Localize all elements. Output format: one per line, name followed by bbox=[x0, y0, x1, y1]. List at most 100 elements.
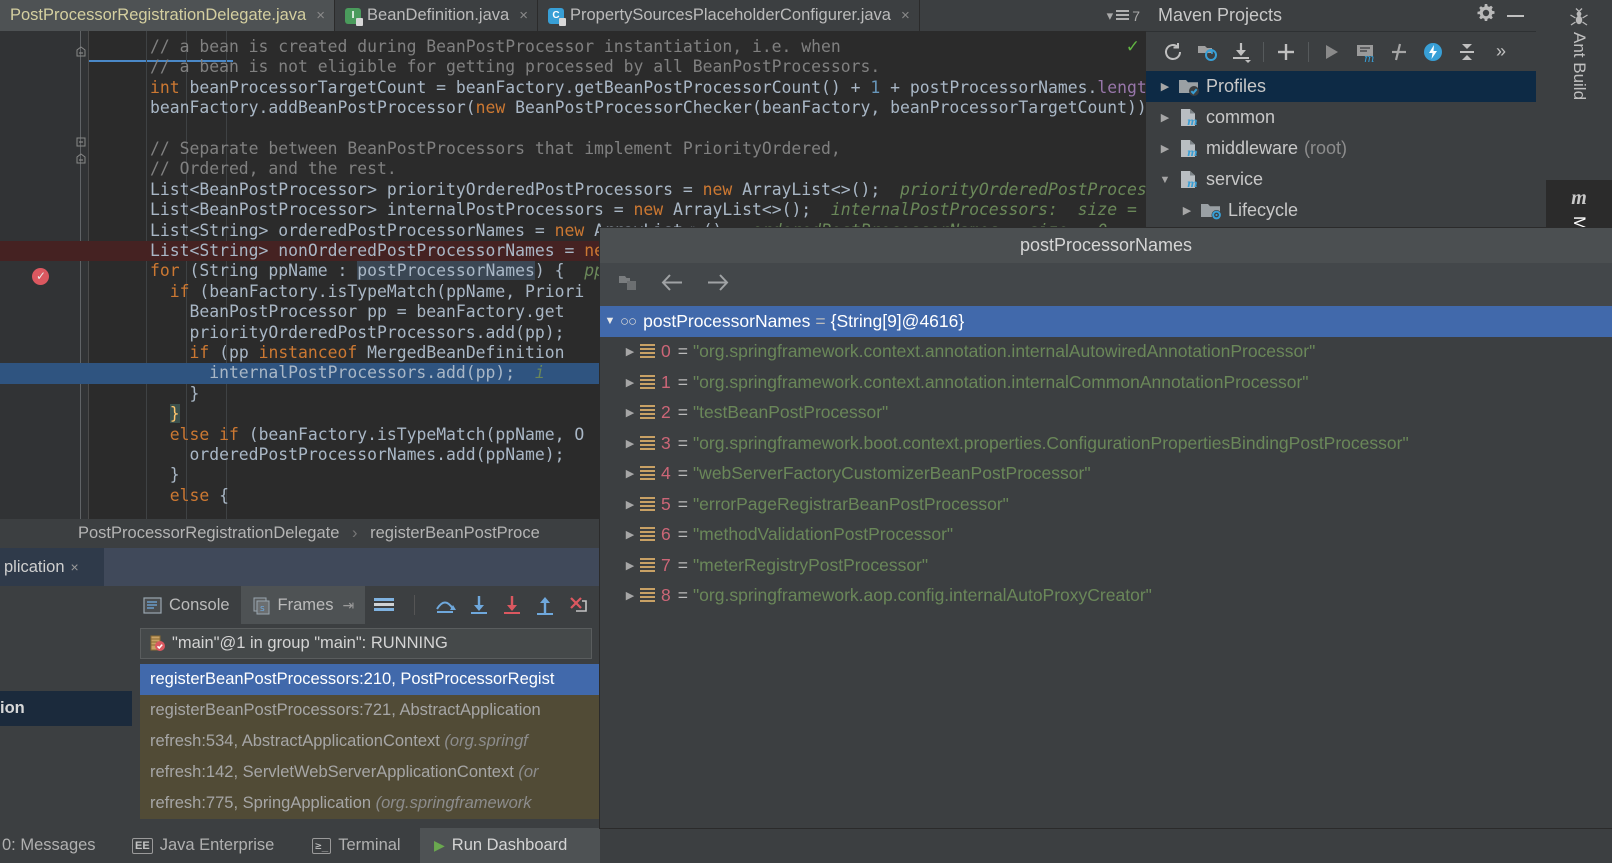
chevron-right-icon[interactable]: ▶ bbox=[620, 559, 640, 572]
breadcrumb-class[interactable]: PostProcessorRegistrationDelegate bbox=[78, 524, 339, 542]
frames-list[interactable]: "main"@1 in group "main": RUNNING regist… bbox=[132, 624, 600, 828]
variable-row[interactable]: ▶ 4 = "webServerFactoryCustomizerBeanPostPr… bbox=[600, 459, 1612, 490]
chevron-right-icon[interactable]: ▶ bbox=[620, 406, 640, 419]
frame-list-item[interactable]: registerBeanPostProcessors:721, Abstract… bbox=[140, 695, 600, 726]
editor-tab-beandefinition[interactable]: I BeanDefinition.java × bbox=[335, 0, 538, 31]
chevron-down-icon[interactable]: ▼ bbox=[600, 315, 620, 327]
variable-row[interactable]: ▶ 0 = "org.springframework.context.annotati… bbox=[600, 337, 1612, 368]
maven-tree-item-label: service bbox=[1206, 169, 1264, 189]
editor-tab-propertysourcesplaceholderconfigurer[interactable]: C PropertySourcesPlaceholderConfigurer.j… bbox=[538, 0, 920, 31]
tab-list-icon[interactable] bbox=[1116, 9, 1130, 22]
breadcrumb-method[interactable]: registerBeanPostProce bbox=[370, 524, 540, 542]
svg-text:m: m bbox=[1187, 148, 1198, 158]
close-icon[interactable]: × bbox=[316, 7, 325, 24]
frame-list-item[interactable]: registerBeanPostProcessors:210, PostProc… bbox=[140, 664, 600, 695]
toggle-skip-tests-icon[interactable] bbox=[1382, 35, 1416, 69]
download-sources-icon[interactable] bbox=[1224, 35, 1258, 69]
svg-text:s: s bbox=[260, 604, 265, 614]
maven-tree-item-middleware[interactable]: ▶ m middleware (root) bbox=[1146, 133, 1548, 164]
code-line-text: // Separate between BeanPostProcessors t… bbox=[150, 139, 841, 158]
maven-tree-item-lifecycle[interactable]: ▶ Lifecycle bbox=[1146, 195, 1570, 226]
variable-row[interactable]: ▶ 7 = "meterRegistryPostProcessor" bbox=[600, 550, 1612, 581]
minimize-icon[interactable] bbox=[1507, 14, 1524, 17]
variable-value: "testBeanPostProcessor" bbox=[692, 402, 889, 423]
close-icon[interactable]: × bbox=[519, 7, 528, 24]
chevron-right-icon[interactable]: ▶ bbox=[620, 437, 640, 450]
tool-button-ant-build[interactable]: Ant Build bbox=[1546, 0, 1612, 180]
chevron-right-icon[interactable]: ▶ bbox=[1158, 111, 1172, 124]
chevron-right-icon[interactable]: ▶ bbox=[620, 376, 640, 389]
more-icon[interactable]: » bbox=[1484, 35, 1518, 69]
debug-tool-window: ion Console s Frames ⇥ "main"@1 in group… bbox=[0, 586, 600, 828]
variables-tree[interactable]: ▼ ○○ postProcessorNames = {String[9]@4616} ▶ 0… bbox=[600, 306, 1612, 828]
maven-tree-item-common[interactable]: ▶ m common bbox=[1146, 102, 1548, 133]
step-out-icon[interactable] bbox=[535, 595, 555, 615]
debug-left-selected-item[interactable]: ion bbox=[0, 691, 132, 726]
variable-row[interactable]: ▶ 8 = "org.springframework.aop.config.inter… bbox=[600, 581, 1612, 612]
set-value-icon[interactable] bbox=[618, 272, 639, 298]
maven-tree-item-profiles[interactable]: ▶ Profiles bbox=[1146, 71, 1548, 102]
chevron-right-icon[interactable]: ▶ bbox=[620, 498, 640, 511]
step-into-icon[interactable] bbox=[469, 595, 489, 615]
right-strip-bottom bbox=[1536, 828, 1612, 863]
execute-goal-icon[interactable]: m bbox=[1348, 35, 1382, 69]
inspection-ok-icon[interactable]: ✓ bbox=[1126, 37, 1140, 57]
frame-list-item[interactable]: refresh:142, ServletWebServerApplication… bbox=[140, 757, 600, 788]
variable-row[interactable]: ▶ 6 = "methodValidationPostProcessor" bbox=[600, 520, 1612, 551]
chevron-right-icon[interactable]: ▶ bbox=[620, 345, 640, 358]
frame-list-item[interactable]: refresh:534, AbstractApplicationContext … bbox=[140, 726, 600, 757]
play-icon: ▶ bbox=[434, 837, 445, 853]
tab-console[interactable]: Console bbox=[132, 586, 241, 624]
generate-sources-icon[interactable] bbox=[1190, 35, 1224, 69]
array-element-icon bbox=[640, 344, 655, 360]
run-icon[interactable] bbox=[1314, 35, 1348, 69]
chevron-right-icon[interactable]: ▶ bbox=[1158, 142, 1172, 155]
thread-list-icon[interactable] bbox=[373, 596, 395, 614]
variable-row[interactable]: ▶ 5 = "errorPageRegistrarBeanPostProcessor" bbox=[600, 489, 1612, 520]
forward-arrow-icon[interactable] bbox=[705, 272, 731, 298]
chevron-right-icon[interactable]: ▶ bbox=[1180, 204, 1194, 217]
maven-tree-item-service[interactable]: ▼ m service bbox=[1146, 164, 1548, 195]
pin-tab-icon[interactable]: ⇥ bbox=[342, 597, 354, 614]
drop-frame-icon[interactable] bbox=[568, 595, 588, 615]
status-java-enterprise[interactable]: EE Java Enterprise bbox=[132, 828, 274, 863]
variable-row[interactable]: ▶ 3 = "org.springframework.boot.context.pro… bbox=[600, 428, 1612, 459]
maven-tree-item-label: middleware bbox=[1206, 138, 1299, 158]
step-over-icon[interactable] bbox=[434, 595, 457, 615]
reimport-icon[interactable] bbox=[1156, 35, 1190, 69]
force-step-into-icon[interactable] bbox=[502, 595, 522, 615]
chevron-right-icon[interactable]: ▶ bbox=[620, 589, 640, 602]
editor-tab-postprocessorregistrationdelegate[interactable]: PostProcessorRegistrationDelegate.java × bbox=[0, 0, 336, 31]
frame-label: refresh:534, AbstractApplicationContext bbox=[150, 732, 445, 750]
code-line-text: List<String> nonOrderedPostProcessorName… bbox=[150, 241, 604, 260]
editor-tabs-overflow[interactable]: ▾ 7 bbox=[920, 0, 1146, 31]
variable-row[interactable]: ▶ 2 = "testBeanPostProcessor" bbox=[600, 398, 1612, 429]
thread-selector[interactable]: "main"@1 in group "main": RUNNING bbox=[140, 628, 592, 659]
tab-console-label: Console bbox=[169, 595, 230, 614]
code-line-text: BeanPostProcessor pp = beanFactory.get bbox=[150, 302, 565, 322]
code-line-text: // Ordered, and the rest. bbox=[150, 159, 397, 179]
tab-frames[interactable]: s Frames ⇥ bbox=[240, 586, 366, 624]
collapse-all-icon[interactable] bbox=[1450, 35, 1484, 69]
chevron-down-icon[interactable]: ▼ bbox=[1158, 174, 1172, 186]
close-icon[interactable]: × bbox=[71, 559, 79, 575]
status-messages[interactable]: 0: Messages bbox=[0, 828, 96, 863]
chevron-right-icon[interactable]: ▶ bbox=[620, 528, 640, 541]
add-maven-project-icon[interactable] bbox=[1269, 35, 1303, 69]
toggle-offline-icon[interactable] bbox=[1416, 35, 1450, 69]
chevron-right-icon[interactable]: ▶ bbox=[620, 467, 640, 480]
frame-list-item[interactable]: refresh:775, SpringApplication (org.spri… bbox=[140, 788, 600, 819]
variable-row[interactable]: ▶ 1 = "org.springframework.context.annotati… bbox=[600, 367, 1612, 398]
close-icon[interactable]: × bbox=[901, 7, 910, 24]
status-run-dashboard[interactable]: ▶ Run Dashboard bbox=[420, 828, 600, 863]
chevron-right-icon[interactable]: ▶ bbox=[1158, 80, 1172, 93]
frame-label: registerBeanPostProcessors:210, PostProc… bbox=[150, 670, 555, 688]
gear-icon[interactable] bbox=[1476, 3, 1496, 28]
variable-row-root[interactable]: ▼ ○○ postProcessorNames = {String[9]@4616} bbox=[600, 306, 1612, 337]
back-arrow-icon[interactable] bbox=[659, 272, 685, 298]
run-configuration-tab[interactable]: plication × bbox=[0, 548, 104, 586]
status-terminal[interactable]: ≥_ Terminal bbox=[312, 828, 401, 863]
variable-index: 7 bbox=[661, 554, 671, 575]
chevron-down-icon[interactable]: ▾ bbox=[1107, 8, 1114, 24]
run-tab-label: plication bbox=[4, 558, 65, 576]
